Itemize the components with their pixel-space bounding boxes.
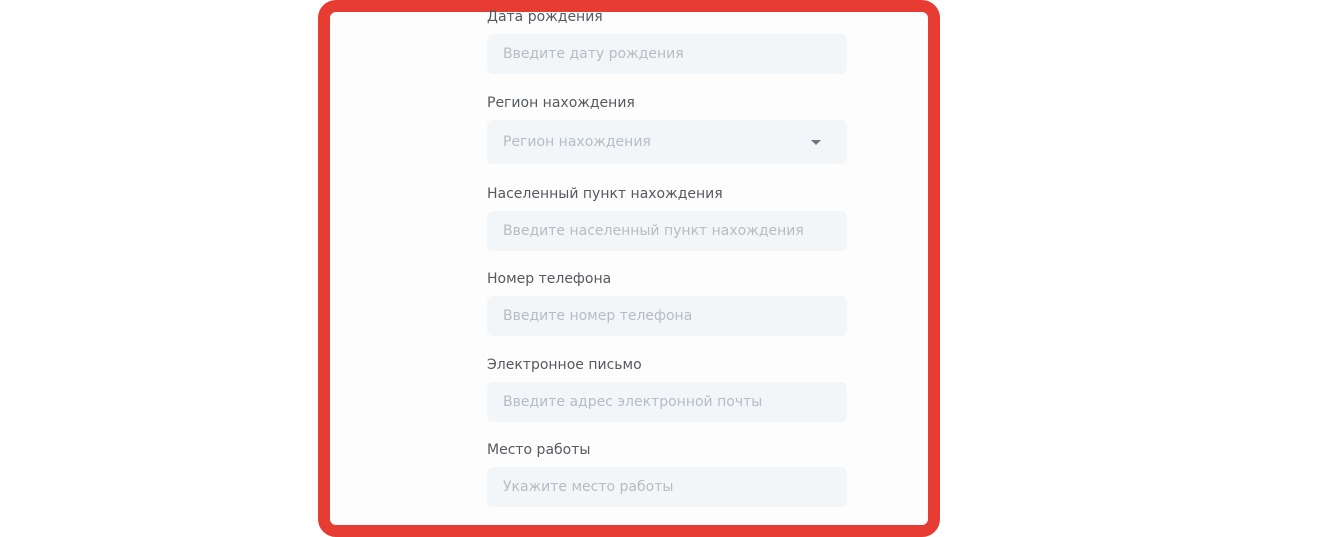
- email-label: Электронное письмо: [487, 357, 642, 373]
- highlight-frame: [318, 0, 940, 537]
- region-label: Регион нахождения: [487, 95, 635, 111]
- phone-label: Номер телефона: [487, 271, 612, 287]
- workplace-input[interactable]: [487, 467, 847, 507]
- locality-input[interactable]: [487, 211, 847, 251]
- phone-input[interactable]: [487, 296, 847, 336]
- email-input[interactable]: [487, 382, 847, 422]
- birth-date-input[interactable]: [487, 34, 847, 74]
- locality-label: Населенный пункт нахождения: [487, 186, 723, 202]
- region-select[interactable]: Регион нахождения: [487, 120, 847, 164]
- birth-date-label: Дата рождения: [487, 9, 603, 25]
- workplace-label: Место работы: [487, 442, 591, 458]
- caret-down-icon: [811, 139, 821, 145]
- region-select-placeholder: Регион нахождения: [503, 134, 651, 150]
